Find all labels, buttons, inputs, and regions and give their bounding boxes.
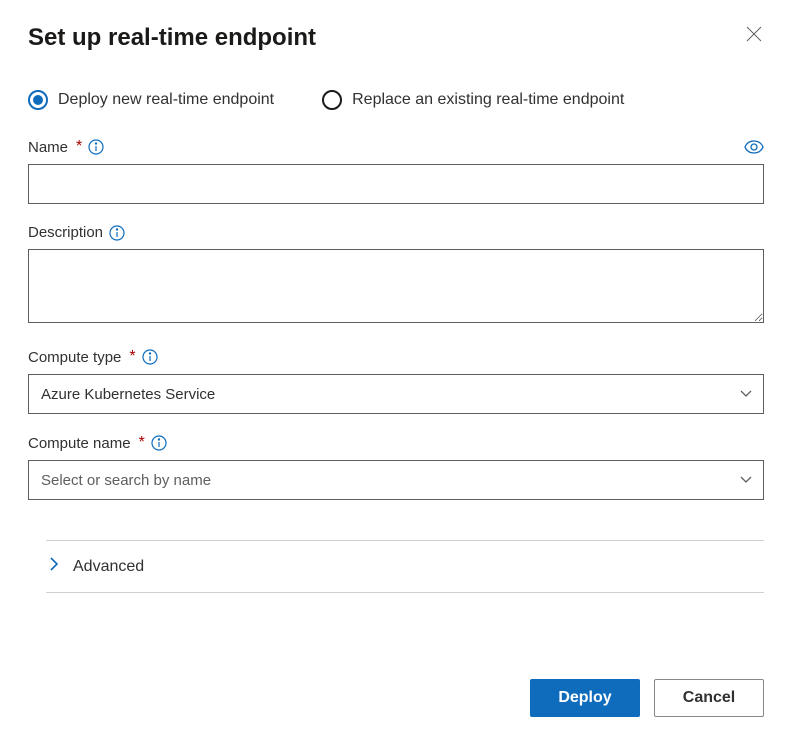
chevron-right-icon xyxy=(50,557,59,576)
info-icon[interactable] xyxy=(109,225,125,241)
deploy-button[interactable]: Deploy xyxy=(530,679,640,717)
dialog-title: Set up real-time endpoint xyxy=(28,24,316,52)
deployment-mode-radio-group: Deploy new real-time endpoint Replace an… xyxy=(28,90,764,110)
advanced-toggle[interactable]: Advanced xyxy=(46,541,764,592)
compute-type-value: Azure Kubernetes Service xyxy=(41,386,215,403)
radio-unselected-icon xyxy=(322,90,342,110)
cancel-button[interactable]: Cancel xyxy=(654,679,764,717)
info-icon[interactable] xyxy=(151,435,167,451)
radio-replace-existing[interactable]: Replace an existing real-time endpoint xyxy=(322,90,624,110)
compute-type-select[interactable]: Azure Kubernetes Service xyxy=(28,374,764,414)
name-input[interactable] xyxy=(28,164,764,204)
compute-type-label: Compute type xyxy=(28,349,121,366)
advanced-label: Advanced xyxy=(73,558,144,576)
name-label: Name xyxy=(28,139,68,156)
visibility-icon[interactable] xyxy=(744,140,764,154)
radio-deploy-new-label: Deploy new real-time endpoint xyxy=(58,91,274,109)
radio-replace-existing-label: Replace an existing real-time endpoint xyxy=(352,91,624,109)
description-label: Description xyxy=(28,224,103,241)
compute-name-select[interactable]: Select or search by name xyxy=(28,460,764,500)
info-icon[interactable] xyxy=(88,139,104,155)
required-indicator: * xyxy=(76,138,82,156)
required-indicator: * xyxy=(139,434,145,452)
radio-deploy-new[interactable]: Deploy new real-time endpoint xyxy=(28,90,274,110)
close-button[interactable] xyxy=(744,24,764,47)
description-textarea[interactable] xyxy=(28,249,764,323)
info-icon[interactable] xyxy=(142,349,158,365)
radio-selected-icon xyxy=(28,90,48,110)
required-indicator: * xyxy=(129,348,135,366)
close-icon xyxy=(746,26,762,45)
compute-name-placeholder: Select or search by name xyxy=(41,472,211,489)
compute-name-label: Compute name xyxy=(28,435,131,452)
